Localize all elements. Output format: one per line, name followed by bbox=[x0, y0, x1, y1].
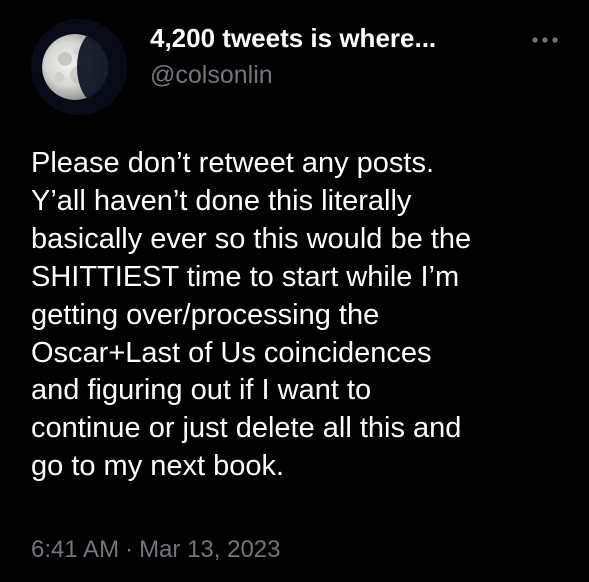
tweet-text-line: Please don’t retweet any posts. bbox=[31, 147, 435, 179]
tweet-text-line: continue or just delete all this and bbox=[31, 412, 462, 445]
tweet-text-line: and figuring out if I want to bbox=[31, 374, 372, 407]
tweet-date: Mar 13, 2023 bbox=[139, 536, 281, 563]
more-options-icon bbox=[532, 37, 558, 43]
timestamp-separator: · bbox=[125, 536, 134, 563]
author-display-name[interactable]: 4,200 tweets is where... bbox=[150, 23, 436, 54]
tweet-text-line: Oscar+Last of Us coincidences bbox=[31, 336, 432, 369]
author-handle[interactable]: @colsonlin bbox=[150, 61, 273, 90]
tweet-card: 4,200 tweets is where... @colsonlin Plea… bbox=[0, 0, 589, 582]
moon-avatar-icon bbox=[31, 19, 127, 115]
tweet-time: 6:41 AM bbox=[31, 536, 120, 563]
more-options-button[interactable] bbox=[525, 28, 565, 52]
tweet-text: Please don’t retweet any posts. Y’all ha… bbox=[31, 145, 579, 486]
tweet-timestamp[interactable]: 6:41 AM · Mar 13, 2023 bbox=[31, 536, 280, 564]
tweet-text-line: SHITTIEST time to start while I’m bbox=[31, 260, 460, 293]
tweet-text-line: getting over/processing the bbox=[31, 298, 380, 331]
tweet-text-line: Y’all haven’t done this literally bbox=[31, 184, 412, 217]
tweet-text-line: go to my next book. bbox=[31, 450, 285, 483]
author-avatar[interactable] bbox=[31, 19, 127, 115]
tweet-text-line: basically ever so this would be the bbox=[31, 222, 472, 255]
